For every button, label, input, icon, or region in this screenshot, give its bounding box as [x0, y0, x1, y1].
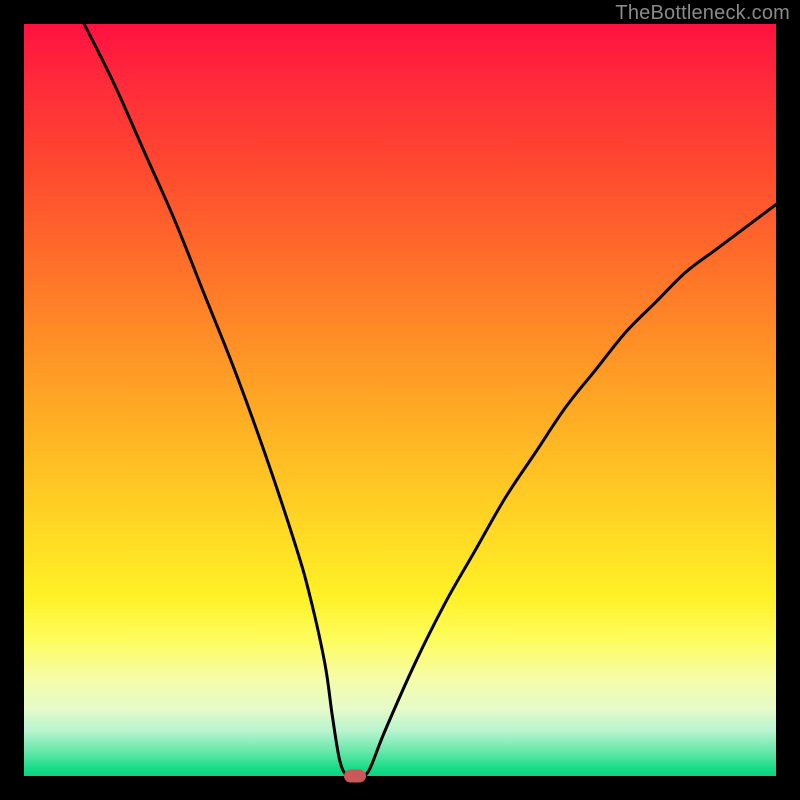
bottleneck-curve	[84, 24, 776, 776]
watermark-text: TheBottleneck.com	[615, 2, 790, 25]
curve-svg	[24, 24, 776, 776]
plot-area	[24, 24, 776, 776]
minimum-marker	[344, 770, 366, 783]
outer-frame: TheBottleneck.com	[0, 0, 800, 800]
